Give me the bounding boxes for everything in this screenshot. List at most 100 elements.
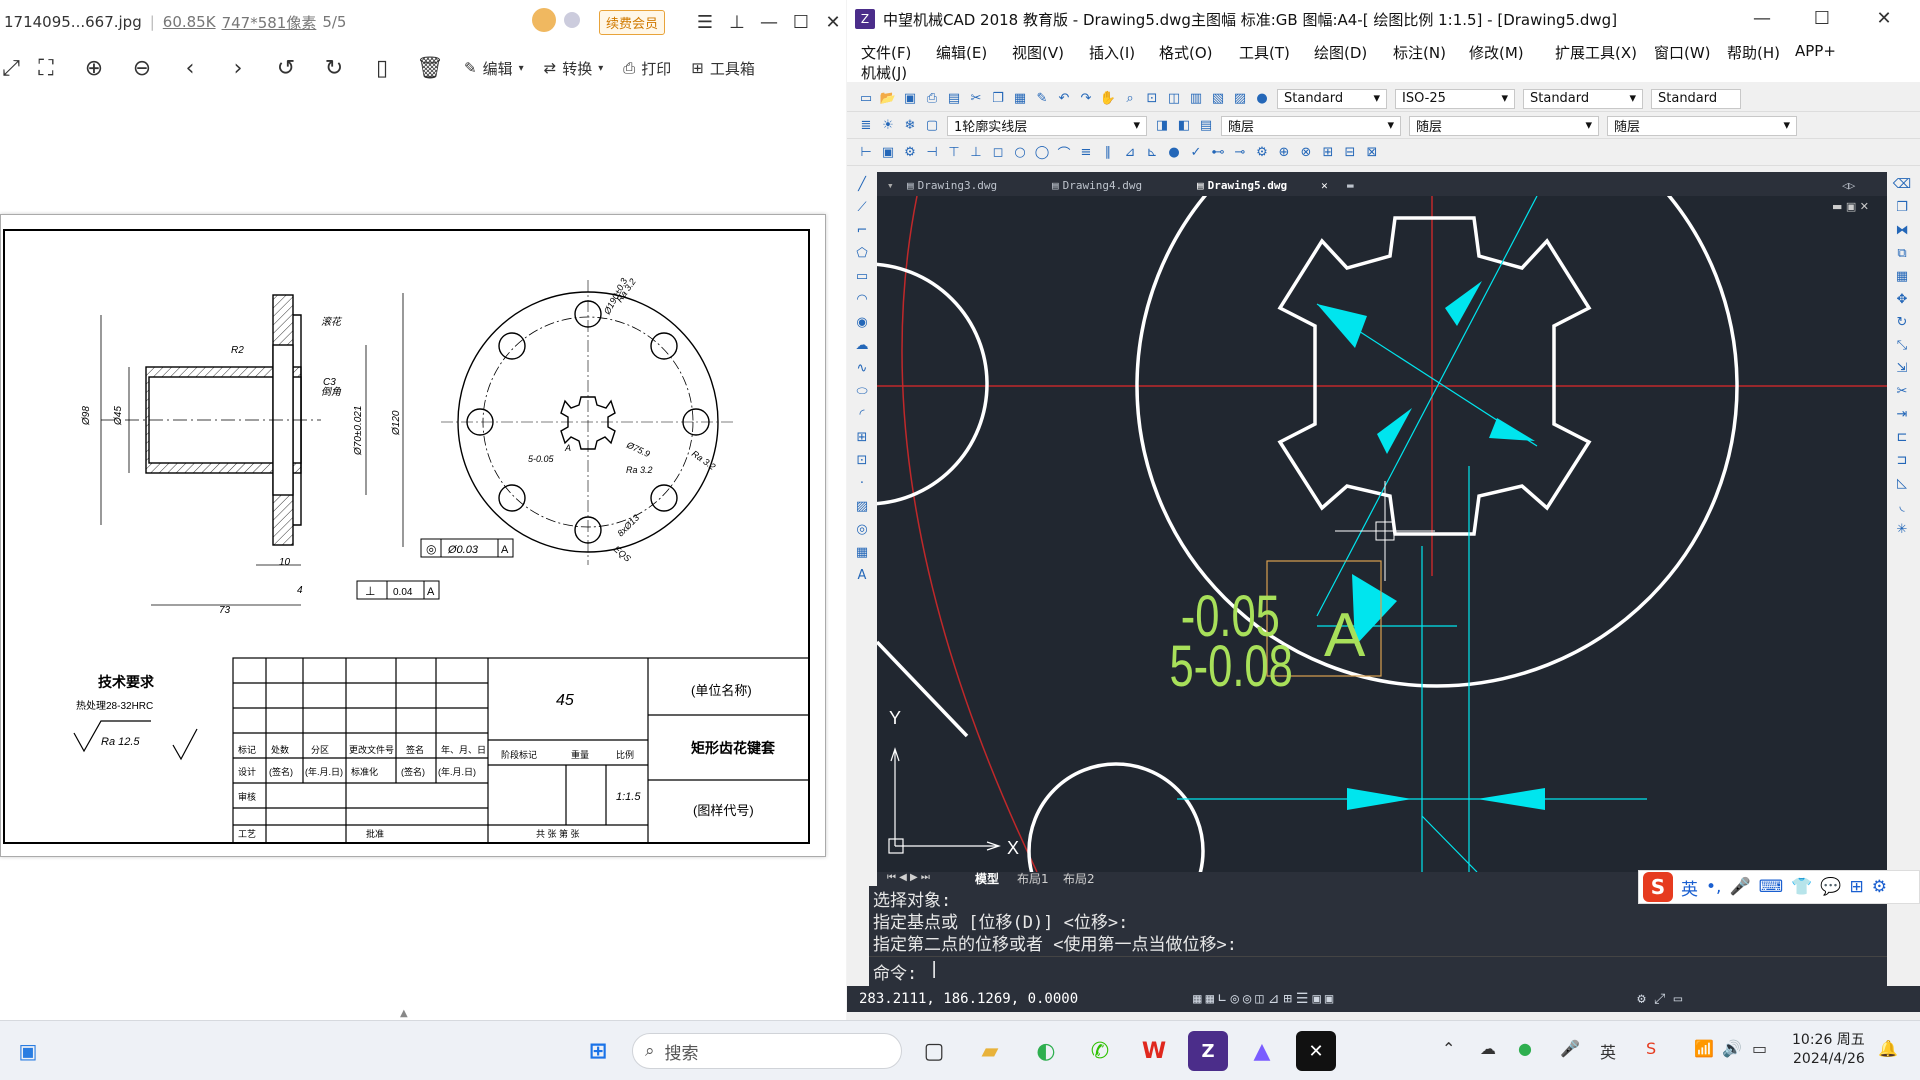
notification-bell-icon[interactable]: 🔔 [1878,1039,1898,1058]
keyboard-icon[interactable]: ⌨ [1759,877,1784,897]
menu-draw[interactable]: 绘图(D) [1314,42,1367,63]
mech-tool-icon[interactable]: ≡ [1077,144,1095,162]
fullscreen-icon[interactable]: ⛶ [22,50,70,86]
mirror-icon[interactable]: ⧓ [1891,220,1913,241]
scale-icon[interactable]: ⤡ [1891,335,1913,356]
layer-states-icon[interactable]: ▤ [1197,117,1215,135]
zwcad-icon[interactable]: Z [1188,1031,1228,1071]
linetype-dropdown[interactable]: 随层 ▾ [1409,115,1599,136]
polyline-icon[interactable]: ⌐ [851,220,873,241]
mech-tool-icon[interactable]: ⊣ [923,144,941,162]
layer-manager-icon[interactable]: ≣ [857,117,875,135]
copy-object-icon[interactable]: ❐ [1891,197,1913,218]
viewport-controls-icon[interactable]: ▬ ▣ ✕ [1832,200,1869,213]
mech-tool-icon[interactable]: ⌒ [1055,144,1073,162]
avatar[interactable] [532,8,556,32]
convert-button[interactable]: ⇄ 转换 ▾ [534,50,614,86]
viewer-filesize[interactable]: 60.85K [163,13,216,31]
plot-preview-icon[interactable]: ▤ [945,90,963,108]
spline-icon[interactable]: ∿ [851,358,873,379]
menu-format[interactable]: 格式(O) [1159,42,1213,63]
next-icon[interactable]: › [214,50,262,86]
menu-help[interactable]: 帮助(H) [1727,42,1780,63]
ime-punctuation-icon[interactable]: •, [1706,877,1721,897]
table-icon[interactable]: ▦ [851,542,873,563]
menu-window[interactable]: 窗口(W) [1654,42,1711,63]
layer-previous-icon[interactable]: ◧ [1175,117,1193,135]
trim-icon[interactable]: ✂ [1891,381,1913,402]
mech-tool-icon[interactable]: ▣ [879,144,897,162]
revcloud-icon[interactable]: ☁ [851,335,873,356]
fillet-icon[interactable]: ◟ [1891,496,1913,517]
tool-palette-icon[interactable]: ▨ [1231,90,1249,108]
capcut-icon[interactable]: ✕ [1296,1031,1336,1071]
maximize-button[interactable]: ☐ [786,8,816,36]
vip-renew-button[interactable]: 续费会员 [599,10,666,35]
design-center-icon[interactable]: ▧ [1209,90,1227,108]
mech-tool-icon[interactable]: ⊕ [1275,144,1293,162]
multileader-style-dropdown[interactable]: Standard [1651,88,1741,109]
zoom-window-icon[interactable]: ⊡ [1143,90,1161,108]
sogou-tray-icon[interactable]: S [1646,1039,1656,1058]
chat-icon[interactable]: 💬 [1820,877,1841,897]
match-prop-icon[interactable]: ✎ [1033,90,1051,108]
mech-tool-icon[interactable]: ◯ [1033,144,1051,162]
cad-maximize-button[interactable]: ☐ [1807,4,1837,32]
ime-tray-icon[interactable]: 英 [1600,1039,1616,1063]
menu-mechanical[interactable]: 机械(J) [861,62,907,83]
cloud-icon[interactable]: ☁ [1480,1039,1496,1058]
lineweight-dropdown[interactable]: 随层 ▾ [1607,115,1797,136]
close-icon[interactable]: ✕ [1321,179,1328,192]
rotate-icon[interactable]: ↻ [1891,312,1913,333]
pin-icon[interactable]: ⊥ [722,8,752,36]
menu-extend-tools[interactable]: 扩展工具(X) [1555,42,1637,63]
ellipse-icon[interactable]: ⬭ [851,381,873,402]
region-icon[interactable]: ◎ [851,519,873,540]
scroll-up-icon[interactable]: ▲ [400,1008,408,1019]
menu-insert[interactable]: 插入(I) [1089,42,1135,63]
volume-icon[interactable]: 🔊 [1722,1039,1742,1058]
mech-tool-icon[interactable]: ⊥ [967,144,985,162]
mech-tool-icon[interactable]: ⊤ [945,144,963,162]
zoom-previous-icon[interactable]: ◫ [1165,90,1183,108]
edit-button[interactable]: ✎ 编辑 ▾ [454,50,534,86]
tab-layout2[interactable]: 布局2 [1063,870,1095,887]
extend-icon[interactable]: ⇥ [1891,404,1913,425]
mech-tool-icon[interactable]: ⊗ [1297,144,1315,162]
widgets-icon[interactable]: ▣ [8,1031,48,1071]
explode-icon[interactable]: ✳ [1891,519,1913,540]
paste-icon[interactable]: ▦ [1011,90,1029,108]
mech-tool-icon[interactable]: ◻ [989,144,1007,162]
ellipse-arc-icon[interactable]: ◜ [851,404,873,425]
properties-icon[interactable]: ▥ [1187,90,1205,108]
tab-drawing4[interactable]: ▤ Drawing4.dwg [1052,175,1142,195]
drawing-canvas[interactable]: -0.05 5-0.08 A Y X ▬ ▣ ✕ [877,196,1887,872]
layer-freeze-icon[interactable]: ❄ [901,117,919,135]
settings-icon[interactable]: ⚙ [1872,877,1887,897]
rotate-left-icon[interactable]: ↺ [262,50,310,86]
menu-icon[interactable]: ☰ [690,8,720,36]
break-icon[interactable]: ⊏ [1891,427,1913,448]
shield-icon[interactable] [564,12,580,28]
offset-icon[interactable]: ⧉ [1891,243,1913,264]
pan-icon[interactable]: ✋ [1099,90,1117,108]
layer-lock-icon[interactable]: ▢ [923,117,941,135]
minimize-button[interactable]: — [754,8,784,36]
toolbox-button[interactable]: ⊞ 工具箱 [681,50,765,86]
array-icon[interactable]: ▦ [1891,266,1913,287]
make-current-icon[interactable]: ◨ [1153,117,1171,135]
cut-icon[interactable]: ✂ [967,90,985,108]
menu-edit[interactable]: 编辑(E) [936,42,987,63]
erase-icon[interactable]: ⌫ [1891,174,1913,195]
menu-modify[interactable]: 修改(M) [1469,42,1524,63]
start-button[interactable]: ⊞ [578,1031,618,1071]
color-dropdown[interactable]: 随层 ▾ [1221,115,1401,136]
task-view-icon[interactable]: ▢ [914,1031,954,1071]
mouse-icon[interactable]: ▯ [358,50,406,86]
ime-language[interactable]: 英 [1681,875,1698,900]
join-icon[interactable]: ⊐ [1891,450,1913,471]
wechat-icon[interactable]: ✆ [1080,1031,1120,1071]
edge-icon[interactable]: ◐ [1026,1031,1066,1071]
mic-icon[interactable]: 🎤 [1729,877,1750,897]
mech-tool-icon[interactable]: ✓ [1187,144,1205,162]
